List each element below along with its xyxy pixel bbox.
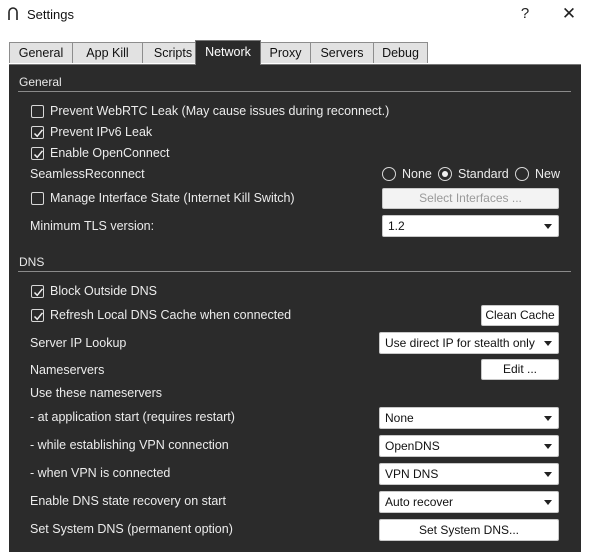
help-button[interactable]: ? — [516, 3, 534, 25]
tab-label: App Kill — [86, 46, 129, 60]
radio-standard[interactable] — [438, 167, 452, 181]
at-app-start-select[interactable]: None — [379, 407, 559, 429]
checkmark-icon — [33, 150, 44, 159]
min-tls-label: Minimum TLS version: — [30, 219, 155, 233]
radio-none-label: None — [402, 167, 432, 181]
tab-label: Proxy — [269, 46, 302, 60]
server-ip-lookup-value: Use direct IP for stealth only — [385, 336, 535, 350]
window-title: Settings — [27, 7, 74, 22]
manage-interface-label: Manage Interface State (Internet Kill Sw… — [50, 191, 295, 205]
section-divider — [18, 271, 571, 272]
network-panel: General Prevent WebRTC Leak (May cause i… — [9, 64, 581, 552]
refresh-dns-cache-checkbox[interactable] — [31, 309, 44, 322]
when-connected-label: - when VPN is connected — [30, 466, 171, 480]
block-outside-dns-label: Block Outside DNS — [50, 284, 157, 298]
app-icon — [8, 7, 18, 20]
tab-label: Servers — [320, 46, 364, 60]
radio-new-label: New — [535, 167, 561, 181]
prevent-webrtc-checkbox[interactable] — [31, 105, 44, 118]
chevron-down-icon — [544, 416, 552, 421]
close-button[interactable]: ✕ — [559, 3, 579, 25]
prevent-ipv6-label: Prevent IPv6 Leak — [50, 125, 153, 139]
when-connected-select[interactable]: VPN DNS — [379, 463, 559, 485]
while-establishing-value: OpenDNS — [385, 439, 440, 453]
dns-state-recovery-value: Auto recover — [385, 495, 454, 509]
section-divider — [18, 91, 571, 92]
chevron-down-icon — [544, 341, 552, 346]
server-ip-lookup-label: Server IP Lookup — [30, 336, 127, 350]
tab-servers[interactable]: Servers — [310, 42, 374, 63]
checkmark-icon — [33, 312, 44, 321]
checkmark-icon — [33, 288, 44, 297]
manage-interface-checkbox[interactable] — [31, 192, 44, 205]
set-system-dns-label: Set System DNS (permanent option) — [30, 522, 233, 536]
server-ip-lookup-select[interactable]: Use direct IP for stealth only — [379, 332, 559, 354]
when-connected-value: VPN DNS — [385, 467, 439, 481]
chevron-down-icon — [544, 444, 552, 449]
tab-general[interactable]: General — [9, 42, 73, 63]
tab-network[interactable]: Network — [195, 40, 261, 65]
min-tls-select[interactable]: 1.2 — [382, 215, 559, 237]
radio-none[interactable] — [382, 167, 396, 181]
dns-state-recovery-label: Enable DNS state recovery on start — [30, 494, 226, 508]
tab-label: General — [18, 46, 64, 60]
block-outside-dns-checkbox[interactable] — [31, 285, 44, 298]
at-app-start-value: None — [385, 411, 414, 425]
prevent-ipv6-checkbox[interactable] — [31, 126, 44, 139]
tab-label: Network — [205, 45, 251, 59]
while-establishing-select[interactable]: OpenDNS — [379, 435, 559, 457]
section-title-dns: DNS — [19, 255, 45, 269]
set-system-dns-button[interactable]: Set System DNS... — [379, 519, 559, 541]
tab-app-kill[interactable]: App Kill — [72, 42, 143, 63]
refresh-dns-cache-label: Refresh Local DNS Cache when connected — [50, 308, 292, 322]
section-title-general: General — [19, 75, 62, 89]
enable-openconnect-label: Enable OpenConnect — [50, 146, 170, 160]
tab-debug[interactable]: Debug — [373, 42, 428, 63]
radio-selected-dot — [442, 171, 448, 177]
seamless-reconnect-label: SeamlessReconnect — [30, 167, 145, 181]
radio-new[interactable] — [515, 167, 529, 181]
chevron-down-icon — [544, 224, 552, 229]
edit-nameservers-button[interactable]: Edit ... — [481, 359, 559, 380]
min-tls-value: 1.2 — [388, 219, 405, 233]
tab-proxy[interactable]: Proxy — [260, 42, 311, 63]
title-bar: Settings ? ✕ — [0, 0, 590, 30]
while-establishing-label: - while establishing VPN connection — [30, 438, 229, 452]
clean-cache-button[interactable]: Clean Cache — [481, 305, 559, 326]
tab-label: Scripts — [153, 46, 193, 60]
select-interfaces-button[interactable]: Select Interfaces ... — [382, 188, 559, 209]
chevron-down-icon — [544, 472, 552, 477]
radio-standard-label: Standard — [458, 167, 509, 181]
dns-state-recovery-select[interactable]: Auto recover — [379, 491, 559, 513]
checkmark-icon — [33, 129, 44, 138]
enable-openconnect-checkbox[interactable] — [31, 147, 44, 160]
prevent-webrtc-label: Prevent WebRTC Leak (May cause issues du… — [50, 104, 390, 118]
at-app-start-label: - at application start (requires restart… — [30, 410, 235, 424]
nameservers-label: Nameservers — [30, 363, 105, 377]
use-these-nameservers-label: Use these nameservers — [30, 386, 163, 400]
tab-label: Debug — [382, 46, 419, 60]
chevron-down-icon — [544, 500, 552, 505]
